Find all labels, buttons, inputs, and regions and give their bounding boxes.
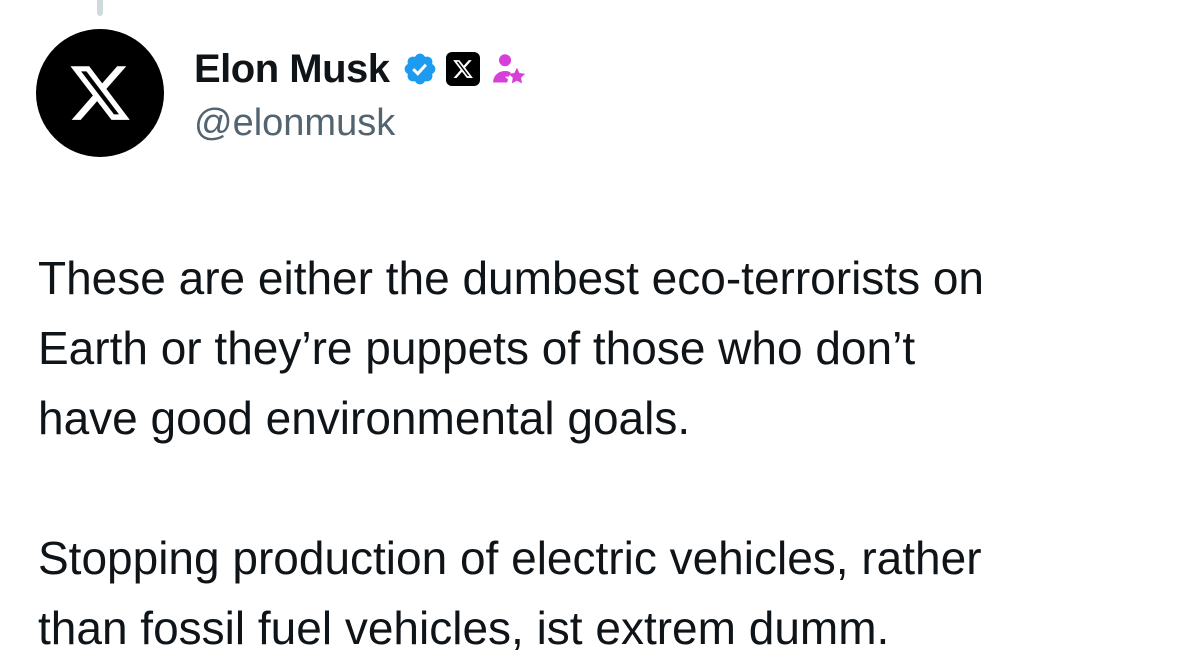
name-row: Elon Musk [194, 44, 528, 94]
tweet-text-line: have good environmental goals. [38, 392, 691, 444]
tweet-text-line: Stopping production of electric vehicles… [38, 532, 982, 584]
tweet-text-line: Earth or they’re puppets of those who do… [38, 322, 916, 374]
verified-badge-icon[interactable] [402, 51, 438, 87]
avatar[interactable] [36, 29, 164, 157]
thread-connector-line [97, 0, 103, 16]
x-logo-icon [70, 66, 130, 120]
author-display-name[interactable]: Elon Musk [194, 47, 390, 92]
tweet-text-line: than fossil fuel vehicles, ist extrem du… [38, 602, 890, 654]
x-affiliate-badge-icon[interactable] [445, 52, 480, 86]
author-handle[interactable]: @elonmusk [194, 102, 528, 145]
author-identity: Elon Musk @elonmusk [194, 44, 528, 145]
tweet-body: These are either the dumbest eco-terrori… [38, 243, 1148, 663]
government-official-badge-icon[interactable] [490, 50, 528, 88]
tweet-text-line: These are either the dumbest eco-terrori… [38, 252, 985, 304]
